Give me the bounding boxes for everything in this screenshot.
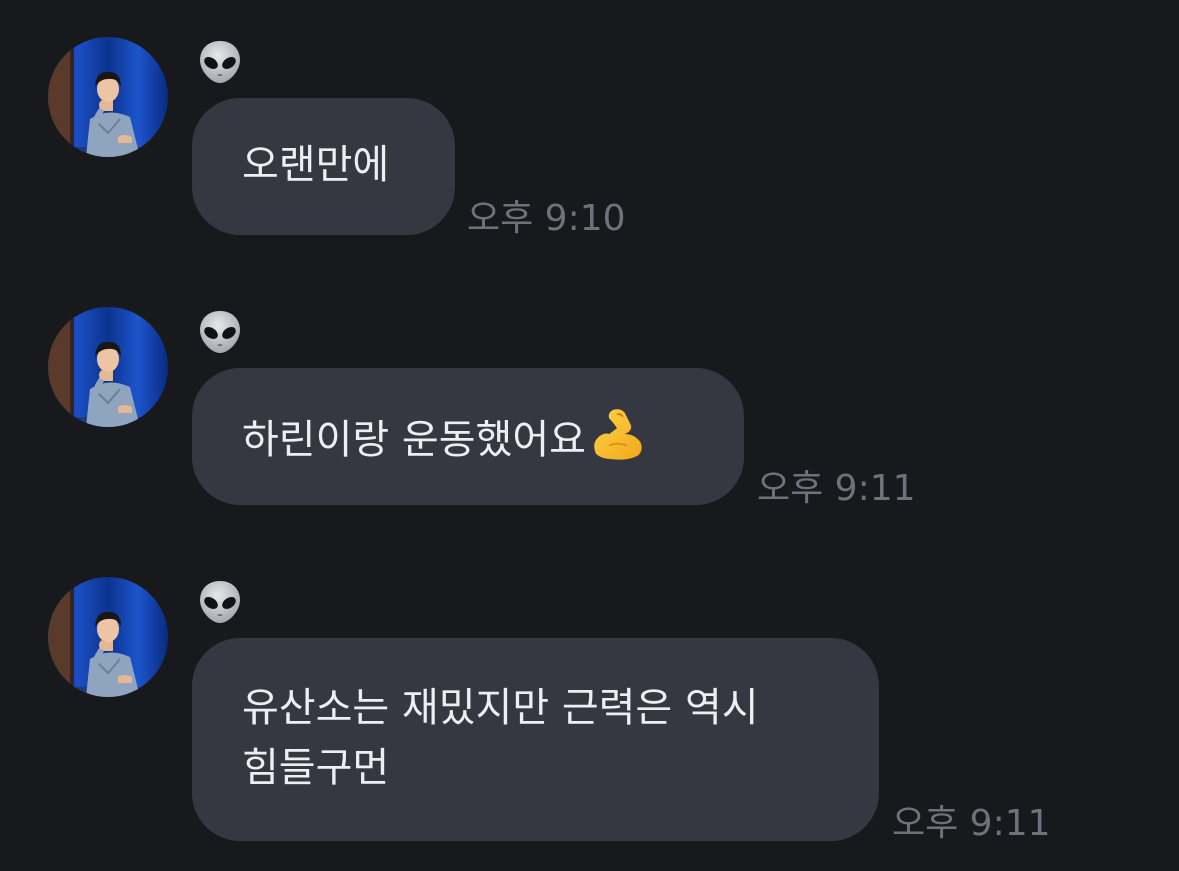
message-text-line: 힘들구먼 [242,745,390,791]
message-text: 하린이랑 운동했어요 [242,417,586,463]
message-bubble[interactable]: 유산소는 재밌지만 근력은 역시 힘들구먼 [192,638,879,841]
message-bubble[interactable]: 하린이랑 운동했어요 [192,368,744,505]
message-row: 하린이랑 운동했어요 오후 9:11 [0,270,1179,540]
message-text: 오랜만에 [242,142,390,188]
message-row: 오랜만에 오후 9:10 [0,0,1179,270]
avatar[interactable] [48,577,168,697]
message-timestamp: 오후 9:11 [757,468,916,509]
message-bubble[interactable]: 오랜만에 [192,98,455,235]
flexed-biceps-icon [588,405,646,480]
avatar[interactable] [48,307,168,427]
alien-icon[interactable] [196,38,244,86]
chat-screen: { "messages": [ { "sender_icon": "alien-… [0,0,1179,871]
message-timestamp: 오후 9:10 [467,198,626,239]
alien-icon[interactable] [196,578,244,626]
message-row: 유산소는 재밌지만 근력은 역시 힘들구먼 오후 9:11 [0,540,1179,871]
message-timestamp: 오후 9:11 [892,803,1051,844]
alien-icon[interactable] [196,308,244,356]
message-text-line: 유산소는 재밌지만 근력은 역시 [242,685,759,731]
avatar[interactable] [48,37,168,157]
